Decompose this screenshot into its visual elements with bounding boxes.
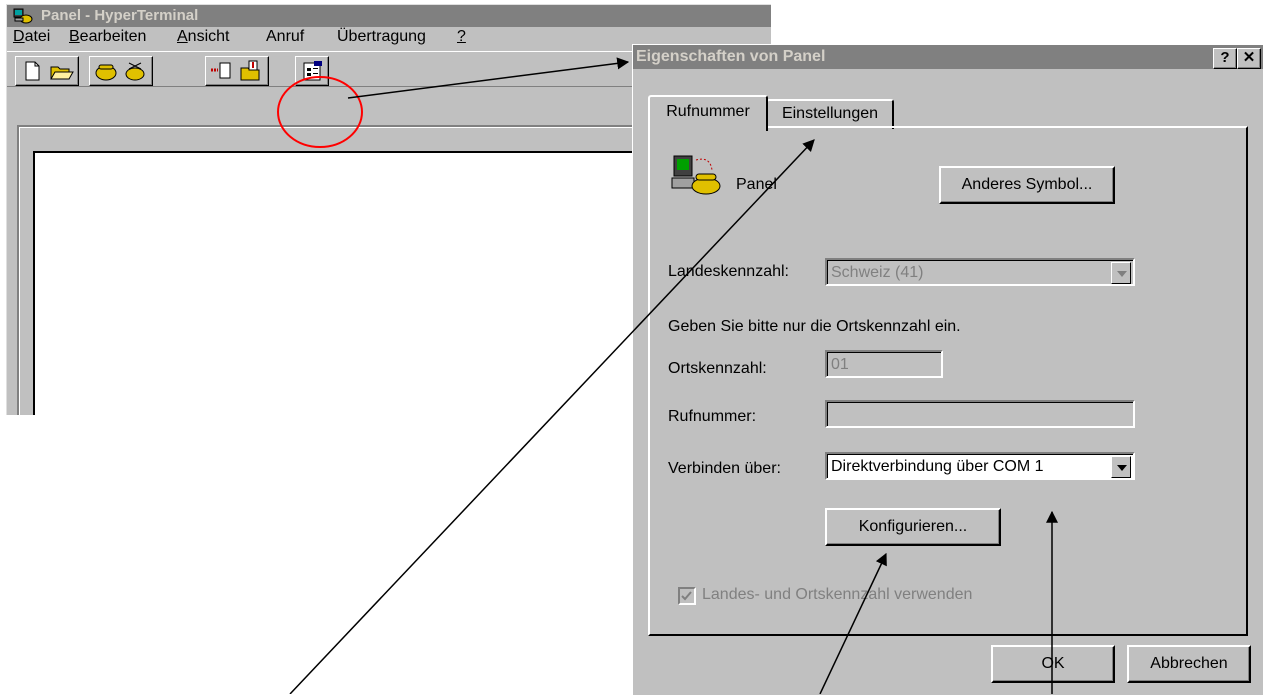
arrow-to-configure-button: [819, 552, 887, 694]
arrow-to-einstellungen-tab: [289, 139, 815, 694]
highlight-circle: [277, 76, 363, 148]
arrow-to-dialog-title: [347, 57, 630, 99]
annotation-layer: [277, 57, 1058, 694]
tab-rufnummer[interactable]: Rufnummer: [648, 95, 768, 131]
